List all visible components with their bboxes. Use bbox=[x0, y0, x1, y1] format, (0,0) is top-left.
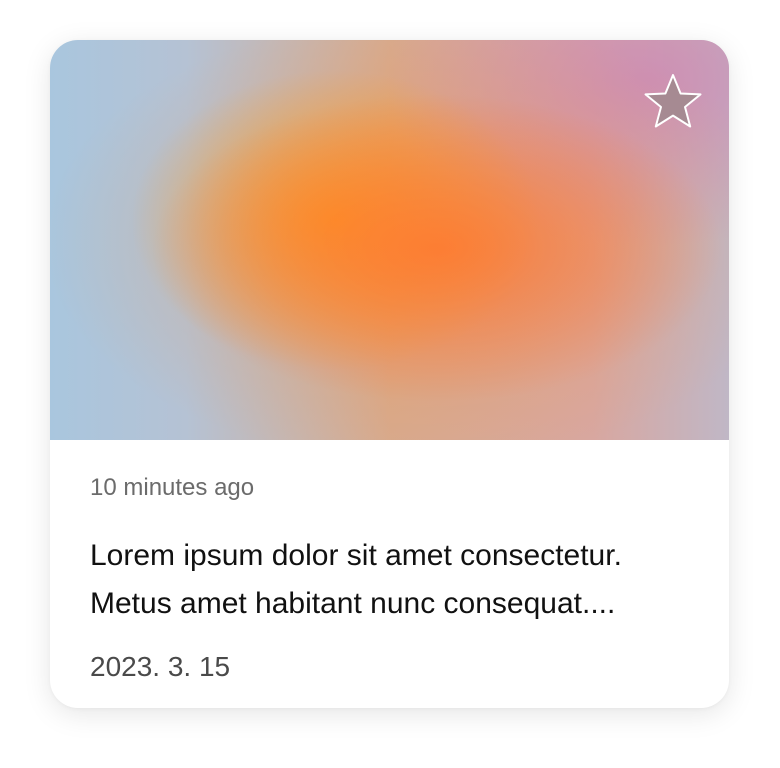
card-date: 2023. 3. 15 bbox=[90, 651, 231, 682]
favorite-button[interactable] bbox=[641, 70, 705, 134]
card-title[interactable]: Lorem ipsum dolor sit amet consectetur. … bbox=[90, 532, 689, 628]
card-thumbnail bbox=[50, 40, 729, 440]
article-card[interactable]: 10 minutes ago Lorem ipsum dolor sit ame… bbox=[50, 40, 729, 708]
relative-time: 10 minutes ago bbox=[90, 474, 255, 501]
card-body: 10 minutes ago Lorem ipsum dolor sit ame… bbox=[90, 440, 689, 684]
star-icon bbox=[644, 74, 702, 128]
